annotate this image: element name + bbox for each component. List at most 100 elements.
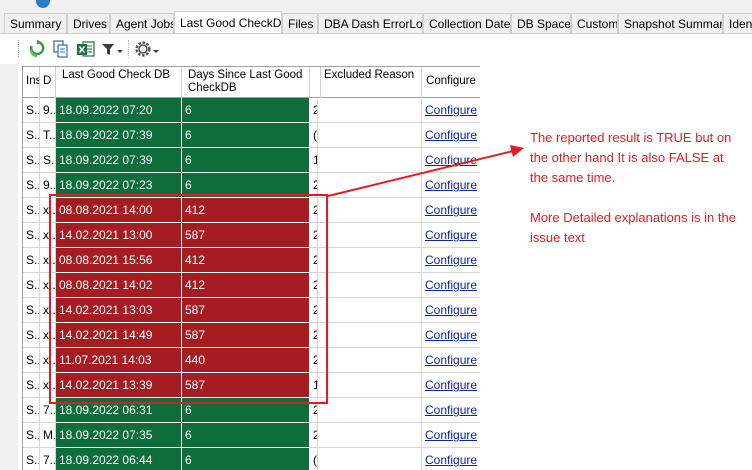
cell-instance: S...: [23, 198, 40, 223]
cell-excluded-reason: [318, 298, 422, 323]
configure-link[interactable]: Configure: [422, 173, 480, 198]
cell-database: x...: [40, 198, 56, 223]
cell-instance: S...: [23, 148, 40, 173]
cell-narrow: 2: [310, 298, 318, 323]
cell-days-since: 6: [182, 148, 310, 173]
tab-snapshot-summary[interactable]: Snapshot Summary: [618, 13, 723, 33]
table-row[interactable]: S...T...18.09.2022 07:396(Configure: [23, 123, 480, 148]
cell-narrow: 2: [310, 198, 318, 223]
table-row[interactable]: S...x...08.08.2021 15:564122 Configure: [23, 248, 480, 273]
table-row[interactable]: S...7...18.09.2022 06:3162 Configure: [23, 398, 480, 423]
configure-link[interactable]: Configure: [422, 98, 480, 123]
left-panel-gutter: [0, 64, 18, 470]
cell-database: 7...: [40, 448, 56, 470]
toolbar: [0, 34, 752, 64]
table-row[interactable]: S...9...18.09.2022 07:2062 Configure: [23, 98, 480, 123]
configure-link[interactable]: Configure: [422, 148, 480, 173]
cell-narrow: 2: [310, 273, 318, 298]
cell-excluded-reason: [318, 123, 422, 148]
configure-link[interactable]: Configure: [422, 123, 480, 148]
cell-excluded-reason: [318, 398, 422, 423]
excel-export-icon[interactable]: [76, 39, 96, 59]
tab-files[interactable]: Files: [282, 13, 318, 33]
cell-excluded-reason: [318, 448, 422, 470]
annotation-paragraph-1: The reported result is TRUE but on the o…: [530, 130, 732, 185]
cell-excluded-reason: [318, 198, 422, 223]
cell-days-since: 6: [182, 173, 310, 198]
cell-narrow: 2: [310, 323, 318, 348]
table-row[interactable]: S...x...14.02.2021 14:495872 Configure: [23, 323, 480, 348]
tab-last-good-checkdb[interactable]: Last Good CheckDB: [174, 11, 282, 33]
cell-days-since: 412: [182, 198, 310, 223]
column-header-last-good-checkdb[interactable]: Last Good Check DB: [56, 67, 182, 98]
table-row[interactable]: S...x...14.02.2021 13:005872 Configure: [23, 223, 480, 248]
cell-instance: S...: [23, 223, 40, 248]
tab-custom[interactable]: Custom: [571, 13, 618, 33]
column-header-configure[interactable]: Configure: [422, 67, 480, 98]
tab-drives[interactable]: Drives: [67, 13, 110, 33]
cell-last-good-checkdb: 14.02.2021 14:49: [56, 323, 182, 348]
copy-icon[interactable]: [52, 39, 70, 59]
tab-dba-dash-errorlog[interactable]: DBA Dash ErrorLog: [318, 13, 423, 33]
grid-header-row: Ins D Last Good Check DB Days Since Last…: [23, 67, 480, 98]
table-row[interactable]: S...x...14.02.2021 13:035872 Configure: [23, 298, 480, 323]
configure-link[interactable]: Configure: [422, 448, 480, 470]
cell-narrow: 2: [310, 223, 318, 248]
configure-link[interactable]: Configure: [422, 198, 480, 223]
cell-excluded-reason: [318, 373, 422, 398]
tab-agent-jobs[interactable]: Agent Jobs: [110, 13, 174, 33]
cell-last-good-checkdb: 18.09.2022 07:35: [56, 423, 182, 448]
table-row[interactable]: S...x...08.08.2021 14:004122 Configure: [23, 198, 480, 223]
cell-database: x...: [40, 298, 56, 323]
column-header-days-since[interactable]: Days Since Last Good CheckDB: [182, 67, 310, 98]
cell-days-since: 6: [182, 398, 310, 423]
table-row[interactable]: S...S...18.09.2022 07:3961Configure: [23, 148, 480, 173]
settings-dropdown-icon[interactable]: [133, 39, 161, 59]
column-header-excluded-reason[interactable]: Excluded Reason: [318, 67, 422, 98]
cell-last-good-checkdb: 18.09.2022 07:20: [56, 98, 182, 123]
cell-excluded-reason: [318, 148, 422, 173]
configure-link[interactable]: Configure: [422, 298, 480, 323]
cell-days-since: 587: [182, 323, 310, 348]
cell-excluded-reason: [318, 348, 422, 373]
table-row[interactable]: S...x...14.02.2021 13:395871 Configure: [23, 373, 480, 398]
cell-excluded-reason: [318, 248, 422, 273]
table-row[interactable]: S...x...11.07.2021 14:034402 Configure: [23, 348, 480, 373]
configure-link[interactable]: Configure: [422, 273, 480, 298]
tab-bar: Summary Drives Agent Jobs Last Good CheckDB…: [0, 10, 752, 34]
cell-instance: S...: [23, 98, 40, 123]
column-header-database[interactable]: D: [40, 67, 56, 98]
cell-narrow: 2: [310, 248, 318, 273]
tab-identi[interactable]: Identi: [723, 13, 752, 33]
cell-narrow: 2: [310, 423, 318, 448]
configure-link[interactable]: Configure: [422, 373, 480, 398]
cell-instance: S...: [23, 323, 40, 348]
configure-link[interactable]: Configure: [422, 223, 480, 248]
refresh-icon[interactable]: [28, 39, 46, 59]
cell-last-good-checkdb: 18.09.2022 07:39: [56, 148, 182, 173]
cell-excluded-reason: [318, 173, 422, 198]
tab-db-space[interactable]: DB Space: [511, 13, 571, 33]
tab-collection-dates[interactable]: Collection Dates: [423, 13, 511, 33]
cell-last-good-checkdb: 08.08.2021 14:00: [56, 198, 182, 223]
cell-days-since: 412: [182, 248, 310, 273]
table-row[interactable]: S...9...18.09.2022 07:2362 Configure: [23, 173, 480, 198]
cell-days-since: 412: [182, 273, 310, 298]
configure-link[interactable]: Configure: [422, 348, 480, 373]
table-row[interactable]: S...x...08.08.2021 14:024122 Configure: [23, 273, 480, 298]
table-row[interactable]: S...M...18.09.2022 07:3562 Configure: [23, 423, 480, 448]
configure-link[interactable]: Configure: [422, 248, 480, 273]
cell-last-good-checkdb: 11.07.2021 14:03: [56, 348, 182, 373]
cell-database: x...: [40, 248, 56, 273]
column-header-instance[interactable]: Ins: [23, 67, 40, 98]
tab-summary[interactable]: Summary: [4, 13, 67, 33]
configure-link[interactable]: Configure: [422, 323, 480, 348]
cell-database: M...: [40, 423, 56, 448]
toolbar-separator: [128, 40, 129, 58]
filter-dropdown-icon[interactable]: [100, 39, 128, 59]
configure-link[interactable]: Configure: [422, 398, 480, 423]
configure-link[interactable]: Configure: [422, 423, 480, 448]
cell-last-good-checkdb: 14.02.2021 13:00: [56, 223, 182, 248]
cell-excluded-reason: [318, 98, 422, 123]
table-row[interactable]: S...7...18.09.2022 06:446(Configure: [23, 448, 480, 470]
